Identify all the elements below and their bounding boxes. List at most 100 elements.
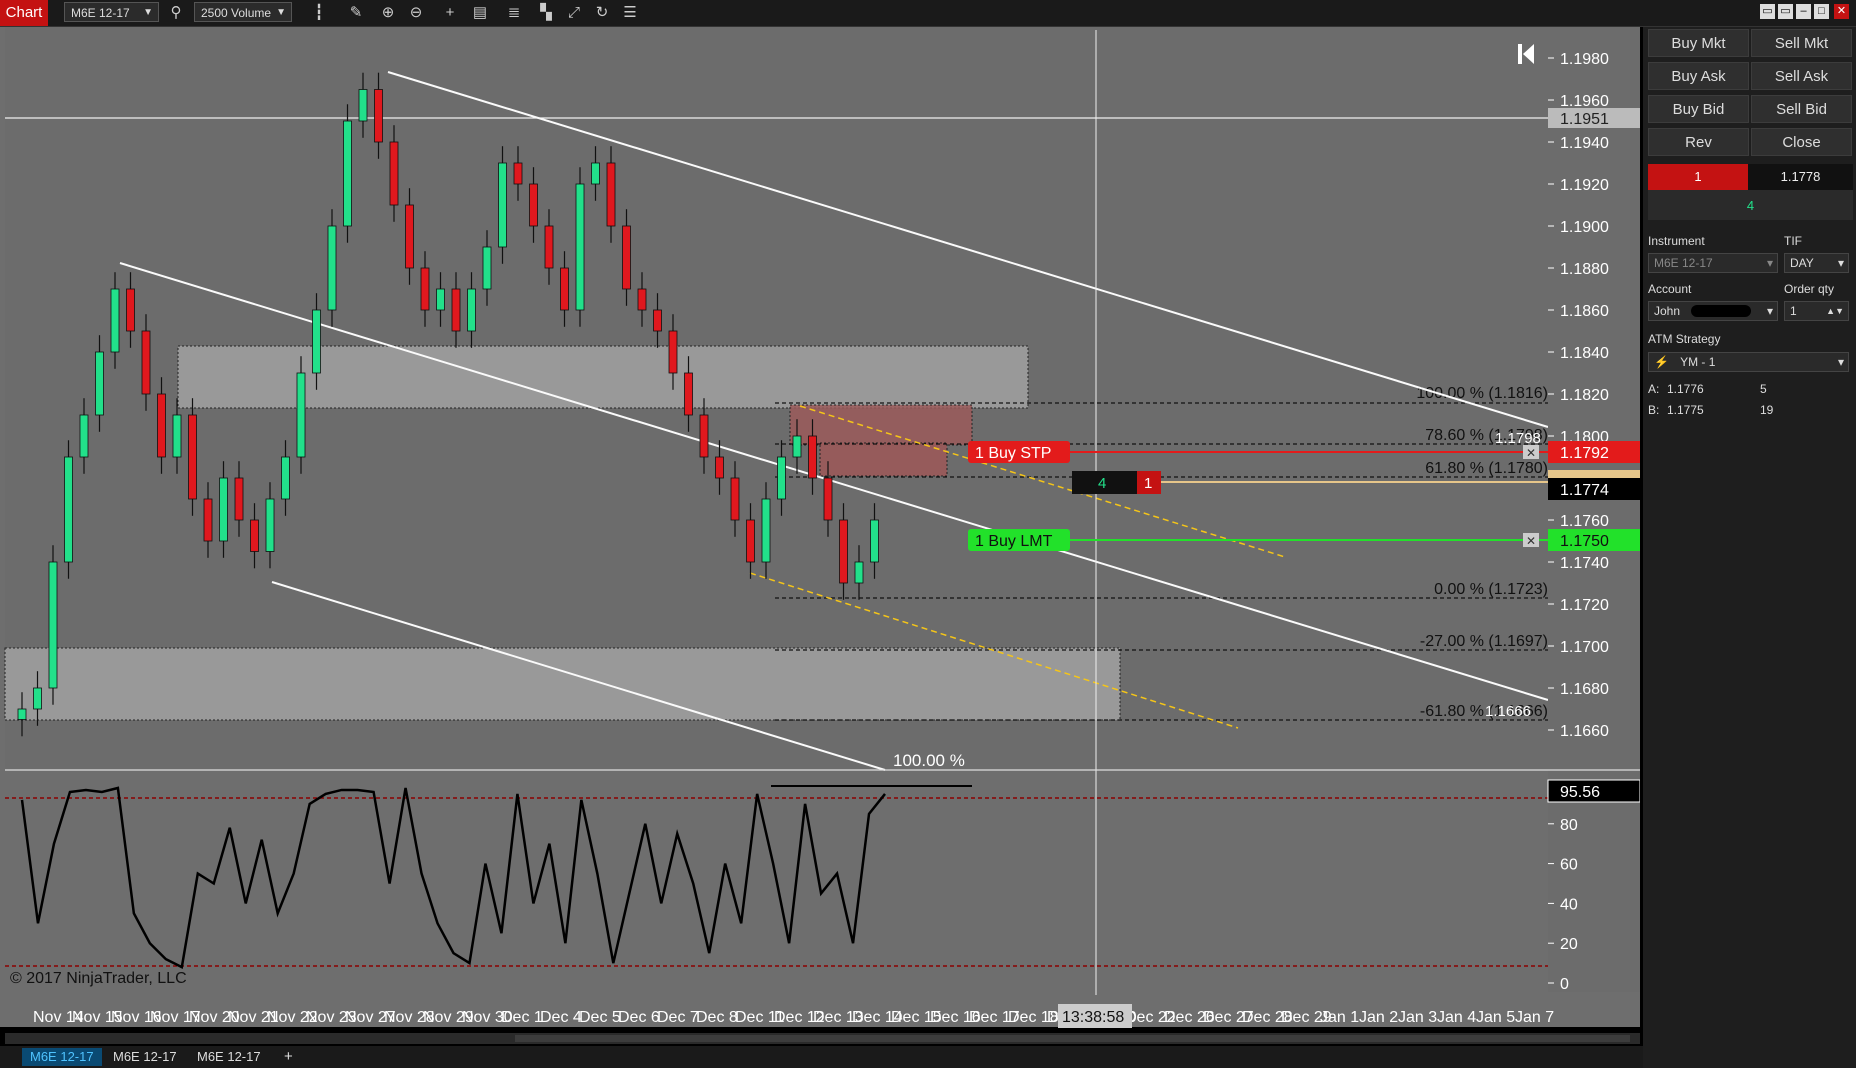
tif-label: TIF [1784, 234, 1802, 248]
candle-body [405, 204, 414, 269]
date-label: Jan 5 [1476, 1009, 1515, 1026]
close-position-button[interactable]: Close [1751, 128, 1852, 156]
cancel-order-x: ✕ [1526, 446, 1536, 460]
osc-value-label: 95.56 [1560, 784, 1600, 801]
chevron-down-icon: ▾ [1837, 256, 1844, 270]
chart-area[interactable]: 100.00 % (1.1816) 78.60 % (1.1798) 61.80… [0, 27, 1641, 1044]
buy-market-button[interactable]: Buy Mkt [1648, 29, 1749, 57]
chevron-down-icon: ▾ [1837, 355, 1844, 369]
order-qty-field[interactable]: 1 ▲▼ [1784, 301, 1849, 321]
zoom-in-icon[interactable]: ⊕ [378, 3, 398, 23]
candle-body [668, 330, 678, 374]
date-label: Dec 1 [501, 1009, 543, 1026]
maximize-icon[interactable]: □ [1814, 4, 1829, 19]
candle-body [126, 288, 135, 332]
ask-size: 5 [1760, 382, 1767, 396]
price-tick-label: 1.1860 [1560, 303, 1609, 320]
candle-body [746, 519, 755, 563]
fib-label: 61.80 % (1.1780) [1425, 460, 1548, 477]
candle-body [17, 708, 27, 720]
fib-label: -27.00 % (1.1697) [1420, 633, 1548, 650]
buy-bid-button[interactable]: Buy Bid [1648, 95, 1749, 123]
account-field[interactable]: John ▾ [1648, 301, 1778, 321]
candle-body [219, 477, 228, 542]
window-mode-icon[interactable]: ▭ [1760, 4, 1775, 19]
date-label: Dec 5 [579, 1009, 621, 1026]
candle-body [622, 225, 631, 290]
candle-body [498, 162, 507, 248]
position-avg-price: 1.1778 [1748, 164, 1853, 190]
order-qty-value: 1 [1790, 304, 1797, 318]
candle-body [188, 414, 197, 500]
candle-body [203, 498, 213, 542]
candle-body [560, 267, 569, 311]
price-tick-label: 1.1900 [1560, 219, 1609, 236]
buy-ask-button[interactable]: Buy Ask [1648, 62, 1749, 90]
date-label: Dec 6 [618, 1009, 660, 1026]
candle-body [854, 561, 864, 584]
add-tab-button[interactable]: + [276, 1048, 301, 1066]
sell-bid-button[interactable]: Sell Bid [1751, 95, 1852, 123]
zoom-out-icon[interactable]: ⊖ [406, 3, 426, 23]
atm-strategy-field[interactable]: ⚡ YM - 1 ▾ [1648, 352, 1849, 372]
ask-price: 1.1776 [1667, 382, 1704, 396]
price-tick-label: 1.1880 [1560, 261, 1609, 278]
atm-strategy-value: YM - 1 [1680, 355, 1716, 369]
reload-icon[interactable]: ↻ [592, 3, 612, 23]
crosshair-icon[interactable]: + [440, 3, 460, 23]
candle-body [591, 162, 600, 185]
window-tile-icon[interactable]: ▭ [1778, 4, 1793, 19]
candle-body [467, 288, 476, 332]
data-box-icon[interactable]: ▤ [470, 3, 490, 23]
candle-body [296, 372, 306, 458]
candle-body [575, 183, 585, 311]
candle-body [637, 288, 647, 311]
hline-price-label: 1.1951 [1560, 111, 1609, 128]
reverse-button[interactable]: Rev [1648, 128, 1749, 156]
indicators-icon[interactable]: ≣ [504, 3, 524, 23]
properties-icon[interactable]: ☰ [620, 3, 640, 23]
order-qty-label: Order qty [1784, 282, 1835, 296]
bar-style-icon[interactable]: ┇ [309, 3, 329, 23]
strategies-icon[interactable]: ▚ [536, 3, 556, 23]
tab-m6e-3[interactable]: M6E 12-17 [189, 1048, 269, 1066]
candle-body [374, 89, 383, 143]
minimize-icon[interactable]: – [1796, 4, 1811, 19]
date-label: Jan 3 [1398, 1009, 1437, 1026]
candle-body [653, 309, 662, 332]
tif-field[interactable]: DAY ▾ [1784, 253, 1849, 273]
candle-body [281, 456, 290, 500]
crosshair-time: 13:38:58 [1062, 1009, 1124, 1026]
tab-m6e-2[interactable]: M6E 12-17 [105, 1048, 185, 1066]
atm-strategy-label: ATM Strategy [1648, 332, 1721, 346]
sell-ask-button[interactable]: Sell Ask [1751, 62, 1852, 90]
close-icon[interactable]: ✕ [1834, 4, 1849, 19]
instrument-selector[interactable]: M6E 12-17 ▼ [64, 2, 159, 22]
candle-body [699, 414, 709, 458]
candle-body [436, 288, 445, 311]
candle-body [79, 414, 89, 458]
strategy-icon[interactable]: ⤢ [564, 3, 584, 23]
stepper-icon[interactable]: ▲▼ [1826, 302, 1844, 320]
channel-pct-label: 100.00 % [893, 751, 965, 770]
search-icon[interactable]: ⚲ [166, 3, 186, 23]
osc-tick-label: 20 [1560, 936, 1578, 953]
candle-body [792, 435, 802, 458]
tab-m6e-1[interactable]: M6E 12-17 [22, 1048, 102, 1066]
date-label: Jan 1 [1320, 1009, 1359, 1026]
candle-body [808, 435, 817, 479]
position-price-marker [1548, 470, 1640, 478]
candle-body [64, 456, 73, 563]
supply-zone-inner [819, 442, 948, 477]
osc-tick-label: 0 [1560, 976, 1569, 993]
drawing-tool-icon[interactable]: ✎ [346, 3, 366, 23]
chart-toolbar: Chart M6E 12-17 ▼ ⚲ 2500 Volume ▼ ┇ ✎ ⊕ … [0, 0, 1856, 27]
chart-tab[interactable]: Chart [0, 0, 48, 26]
candle-body [141, 330, 151, 395]
bar-type-selector[interactable]: 2500 Volume ▼ [194, 2, 292, 22]
candle-body [33, 687, 42, 710]
sell-market-button[interactable]: Sell Mkt [1751, 29, 1852, 57]
instrument-field[interactable]: M6E 12-17 ▾ [1648, 253, 1778, 273]
price-tick-label: 1.1720 [1560, 597, 1609, 614]
candle-body [110, 288, 120, 353]
